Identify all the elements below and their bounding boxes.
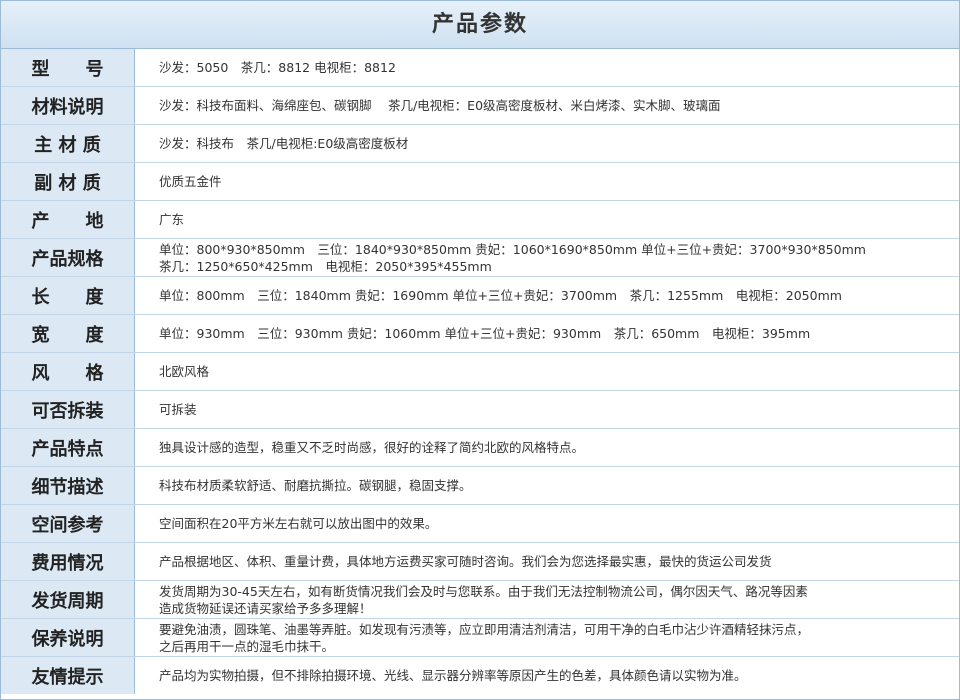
param-value-line: 北欧风格 — [159, 364, 210, 379]
param-value: 可拆装 — [159, 391, 949, 428]
param-value: 沙发：科技布 茶几/电视柜:E0级高密度板材 — [159, 125, 949, 162]
param-value-line: 广东 — [159, 212, 185, 227]
param-row: 宽 度 单位：930mm 三位：930mm 贵妃：1060mm 单位+三位+贵妃：… — [1, 315, 959, 353]
param-row: 可否拆装 可拆装 — [1, 391, 959, 429]
param-value: 单位：800*930*850mm 三位：1840*930*850mm 贵妃：10… — [159, 239, 949, 276]
table-title: 产品参数 — [1, 1, 959, 49]
param-row: 产 地 广东 — [1, 201, 959, 239]
param-value: 北欧风格 — [159, 353, 949, 390]
param-label: 细节描述 — [1, 467, 135, 504]
param-row: 友情提示 产品均为实物拍摄，但不排除拍摄环境、光线、显示器分辨率等原因产生的色差，… — [1, 657, 959, 694]
param-value-line: 独具设计感的造型，稳重又不乏时尚感，很好的诠释了简约北欧的风格特点。 — [159, 440, 585, 455]
param-label: 费用情况 — [1, 543, 135, 580]
param-row: 保养说明 要避免油渍，圆珠笔、油墨等弄脏。如发现有污渍等，应立即用清洁剂清洁，可用… — [1, 619, 959, 657]
param-label: 空间参考 — [1, 505, 135, 542]
param-value: 产品均为实物拍摄，但不排除拍摄环境、光线、显示器分辨率等原因产生的色差，具体颜色… — [159, 657, 949, 694]
param-label: 产 地 — [1, 201, 135, 238]
param-label: 风 格 — [1, 353, 135, 390]
param-value: 沙发：5050 茶几：8812 电视柜：8812 — [159, 49, 949, 86]
param-row: 细节描述 科技布材质柔软舒适、耐磨抗撕拉。碳钢腿，稳固支撑。 — [1, 467, 959, 505]
param-label: 发货周期 — [1, 581, 135, 618]
param-value-line: 单位：930mm 三位：930mm 贵妃：1060mm 单位+三位+贵妃：930… — [159, 326, 811, 341]
param-label: 副 材 质 — [1, 163, 135, 200]
param-row: 发货周期 发货周期为30-45天左右，如有断货情况我们会及时与您联系。由于我们无法… — [1, 581, 959, 619]
param-value-line: 可拆装 — [159, 402, 197, 417]
param-label: 长 度 — [1, 277, 135, 314]
param-row: 型 号 沙发：5050 茶几：8812 电视柜：8812 — [1, 49, 959, 87]
param-value: 空间面积在20平方米左右就可以放出图中的效果。 — [159, 505, 949, 542]
param-label: 保养说明 — [1, 619, 135, 656]
param-row: 空间参考 空间面积在20平方米左右就可以放出图中的效果。 — [1, 505, 959, 543]
param-label: 宽 度 — [1, 315, 135, 352]
param-value-line: 发货周期为30-45天左右，如有断货情况我们会及时与您联系。由于我们无法控制物流… — [159, 583, 808, 599]
param-label: 产品规格 — [1, 239, 135, 276]
param-row: 风 格 北欧风格 — [1, 353, 959, 391]
param-row: 材料说明 沙发：科技布面料、海绵座包、碳钢脚 茶几/电视柜：E0级高密度板材、米白… — [1, 87, 959, 125]
param-value: 沙发：科技布面料、海绵座包、碳钢脚 茶几/电视柜：E0级高密度板材、米白烤漆、实… — [159, 87, 949, 124]
param-value-line: 茶几：1250*650*425mm 电视柜：2050*395*455mm — [159, 258, 492, 274]
param-row: 主 材 质 沙发：科技布 茶几/电视柜:E0级高密度板材 — [1, 125, 959, 163]
param-row: 长 度 单位：800mm 三位：1840mm 贵妃：1690mm 单位+三位+贵妃… — [1, 277, 959, 315]
param-value-line: 单位：800mm 三位：1840mm 贵妃：1690mm 单位+三位+贵妃：37… — [159, 288, 842, 303]
product-params-table: 产品参数 型 号沙发：5050 茶几：8812 电视柜：8812 材料说明 沙发：科… — [0, 0, 960, 700]
param-value: 广东 — [159, 201, 949, 238]
param-rows: 型 号 沙发：5050 茶几：8812 电视柜：8812 材料说明 沙发：科技布面料、… — [1, 49, 959, 694]
param-label: 材料说明 — [1, 87, 135, 124]
param-row: 费用情况 产品根据地区、体积、重量计费，具体地方运费买家可随时咨询。我们会为您选择… — [1, 543, 959, 581]
param-value-line: 要避免油渍，圆珠笔、油墨等弄脏。如发现有污渍等，应立即用清洁剂清洁，可用干净的白… — [159, 621, 810, 637]
param-label: 友情提示 — [1, 657, 135, 694]
param-value-line: 单位：800*930*850mm 三位：1840*930*850mm 贵妃：10… — [159, 241, 866, 257]
param-value-line: 产品均为实物拍摄，但不排除拍摄环境、光线、显示器分辨率等原因产生的色差，具体颜色… — [159, 668, 747, 683]
param-value-line: 造成货物延误还请买家给予多多理解！ — [159, 600, 372, 616]
param-value-line: 沙发：5050 茶几：8812 电视柜：8812 — [159, 60, 396, 75]
param-label: 产品特点 — [1, 429, 135, 466]
param-row: 产品规格 单位：800*930*850mm 三位：1840*930*850mm 贵… — [1, 239, 959, 277]
param-value: 优质五金件 — [159, 163, 949, 200]
param-value-line: 空间面积在20平方米左右就可以放出图中的效果。 — [159, 516, 438, 531]
param-value-line: 优质五金件 — [159, 174, 222, 189]
param-value: 要避免油渍，圆珠笔、油墨等弄脏。如发现有污渍等，应立即用清洁剂清洁，可用干净的白… — [159, 619, 949, 656]
param-value: 单位：800mm 三位：1840mm 贵妃：1690mm 单位+三位+贵妃：37… — [159, 277, 949, 314]
param-value-line: 之后再用干一点的湿毛巾抹干。 — [159, 638, 335, 654]
param-value-line: 科技布材质柔软舒适、耐磨抗撕拉。碳钢腿，稳固支撑。 — [159, 478, 472, 493]
param-row: 副 材 质 优质五金件 — [1, 163, 959, 201]
param-value-line: 产品根据地区、体积、重量计费，具体地方运费买家可随时咨询。我们会为您选择最实惠，… — [159, 554, 772, 569]
param-label: 型 号 — [1, 49, 135, 86]
param-value: 单位：930mm 三位：930mm 贵妃：1060mm 单位+三位+贵妃：930… — [159, 315, 949, 352]
param-value: 发货周期为30-45天左右，如有断货情况我们会及时与您联系。由于我们无法控制物流… — [159, 581, 949, 618]
param-value: 科技布材质柔软舒适、耐磨抗撕拉。碳钢腿，稳固支撑。 — [159, 467, 949, 504]
param-value: 产品根据地区、体积、重量计费，具体地方运费买家可随时咨询。我们会为您选择最实惠，… — [159, 543, 949, 580]
param-row: 产品特点 独具设计感的造型，稳重又不乏时尚感，很好的诠释了简约北欧的风格特点。 — [1, 429, 959, 467]
param-label: 可否拆装 — [1, 391, 135, 428]
param-value-line: 沙发：科技布 茶几/电视柜:E0级高密度板材 — [159, 136, 409, 151]
param-label: 主 材 质 — [1, 125, 135, 162]
param-value-line: 沙发：科技布面料、海绵座包、碳钢脚 茶几/电视柜：E0级高密度板材、米白烤漆、实… — [159, 98, 721, 113]
param-value: 独具设计感的造型，稳重又不乏时尚感，很好的诠释了简约北欧的风格特点。 — [159, 429, 949, 466]
